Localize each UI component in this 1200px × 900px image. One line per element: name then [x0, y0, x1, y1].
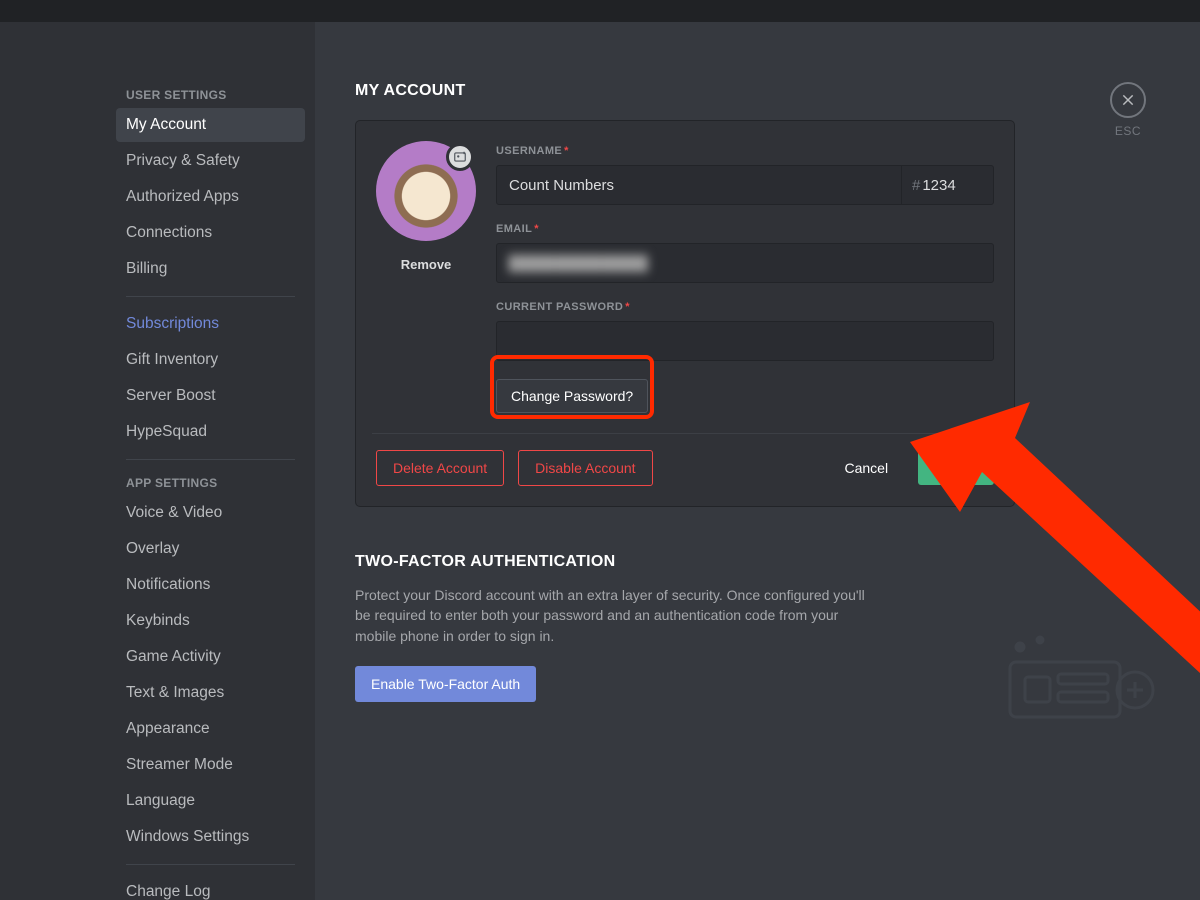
sidebar-item-server-boost[interactable]: Server Boost	[116, 379, 305, 413]
sidebar-item-keybinds[interactable]: Keybinds	[116, 604, 305, 638]
sidebar-item-game-activity[interactable]: Game Activity	[116, 640, 305, 674]
change-password-button[interactable]: Change Password?	[496, 379, 648, 413]
lock-illustration	[990, 622, 1170, 732]
delete-account-button[interactable]: Delete Account	[376, 450, 504, 486]
sidebar-item-text-images[interactable]: Text & Images	[116, 676, 305, 710]
email-label: EMAIL*	[496, 223, 994, 235]
tfa-title: TWO-FACTOR AUTHENTICATION	[355, 553, 875, 571]
disable-account-button[interactable]: Disable Account	[518, 450, 652, 486]
sidebar-section-app: APP SETTINGS	[116, 470, 305, 496]
sidebar-item-subscriptions[interactable]: Subscriptions	[116, 307, 305, 341]
tfa-description: Protect your Discord account with an ext…	[355, 585, 875, 646]
username-label: USERNAME*	[496, 145, 994, 157]
sidebar-item-connections[interactable]: Connections	[116, 216, 305, 250]
account-card: Remove USERNAME* #1234	[355, 120, 1015, 507]
save-button[interactable]: Save	[918, 451, 994, 485]
avatar-upload-button[interactable]	[446, 143, 474, 171]
username-input[interactable]	[497, 166, 901, 204]
password-input-row	[496, 321, 994, 361]
sidebar-separator	[126, 864, 295, 865]
titlebar	[0, 0, 1200, 22]
content-area: ESC MY ACCOUNT Remove	[315, 22, 1200, 900]
sidebar-item-change-log[interactable]: Change Log	[116, 875, 305, 900]
close-label: ESC	[1115, 124, 1141, 138]
email-input[interactable]	[497, 244, 993, 282]
current-password-input[interactable]	[497, 322, 993, 360]
sidebar-item-language[interactable]: Language	[116, 784, 305, 818]
sidebar-item-notifications[interactable]: Notifications	[116, 568, 305, 602]
avatar[interactable]	[376, 141, 476, 241]
username-input-row: #1234	[496, 165, 994, 205]
sidebar-separator	[126, 459, 295, 460]
sidebar-item-gift-inventory[interactable]: Gift Inventory	[116, 343, 305, 377]
sidebar-item-appearance[interactable]: Appearance	[116, 712, 305, 746]
sidebar-section-user: USER SETTINGS	[116, 82, 305, 108]
password-label: CURRENT PASSWORD*	[496, 301, 994, 313]
sidebar-item-authorized-apps[interactable]: Authorized Apps	[116, 180, 305, 214]
avatar-remove-link[interactable]: Remove	[401, 257, 452, 272]
sidebar-item-hypesquad[interactable]: HypeSquad	[116, 415, 305, 449]
card-separator	[372, 433, 998, 434]
settings-sidebar: USER SETTINGS My AccountPrivacy & Safety…	[0, 22, 315, 900]
discriminator-display: #1234	[901, 166, 993, 204]
email-input-row	[496, 243, 994, 283]
enable-2fa-button[interactable]: Enable Two-Factor Auth	[355, 666, 536, 702]
sidebar-item-windows-settings[interactable]: Windows Settings	[116, 820, 305, 854]
close-button[interactable]	[1110, 82, 1146, 118]
sidebar-item-privacy-safety[interactable]: Privacy & Safety	[116, 144, 305, 178]
cancel-button[interactable]: Cancel	[828, 451, 904, 485]
sidebar-item-billing[interactable]: Billing	[116, 252, 305, 286]
sidebar-item-overlay[interactable]: Overlay	[116, 532, 305, 566]
sidebar-item-my-account[interactable]: My Account	[116, 108, 305, 142]
sidebar-separator	[126, 296, 295, 297]
page-title: MY ACCOUNT	[355, 82, 1015, 100]
sidebar-item-streamer-mode[interactable]: Streamer Mode	[116, 748, 305, 782]
sidebar-item-voice-video[interactable]: Voice & Video	[116, 496, 305, 530]
upload-image-icon	[453, 150, 467, 164]
close-icon	[1120, 92, 1136, 108]
